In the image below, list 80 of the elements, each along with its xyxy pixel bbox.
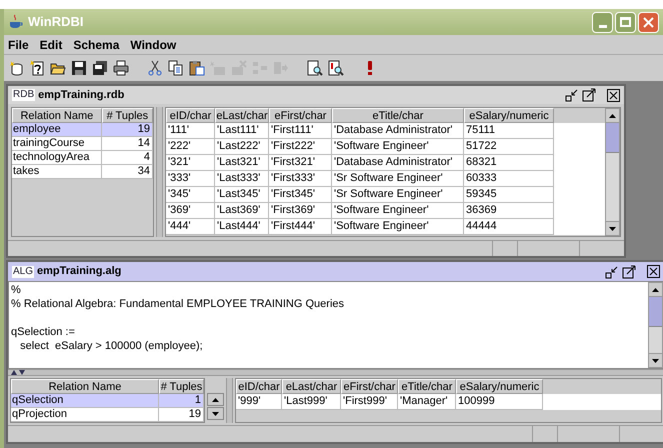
column-header[interactable]: eFirst/char bbox=[269, 108, 332, 124]
scrollbar[interactable] bbox=[648, 282, 663, 368]
copy-icon[interactable] bbox=[168, 60, 184, 76]
relation-row[interactable]: technologyArea 4 bbox=[12, 151, 153, 166]
scissors-icon[interactable] bbox=[147, 60, 163, 76]
table-cell: 'First444' bbox=[269, 219, 332, 236]
frame-title: empTraining.rdb bbox=[38, 88, 124, 103]
scrollbar[interactable] bbox=[605, 108, 620, 236]
close-icon bbox=[643, 16, 654, 28]
relation-row[interactable]: qSelection 1 bbox=[11, 394, 204, 408]
frame-title: empTraining.alg bbox=[37, 264, 122, 280]
table-cell: 'Manager' bbox=[398, 394, 456, 410]
table-cell: 100999 bbox=[456, 394, 543, 410]
column-header[interactable]: eFirst/char bbox=[341, 379, 398, 394]
minimize-icon[interactable] bbox=[605, 264, 619, 279]
code-line: % bbox=[11, 283, 22, 298]
relation-row[interactable]: qProjection 19 bbox=[11, 408, 204, 422]
menu-item[interactable]: File bbox=[8, 36, 29, 54]
column-header[interactable]: Relation Name bbox=[12, 108, 102, 124]
menu-item[interactable]: Schema bbox=[73, 36, 120, 54]
menu-item[interactable]: Window bbox=[130, 36, 176, 54]
table-cell: qProjection bbox=[11, 408, 159, 422]
new-document-icon[interactable] bbox=[29, 60, 45, 76]
scrollbar-thumb[interactable] bbox=[606, 123, 619, 154]
table-cell: 19 bbox=[159, 408, 204, 422]
close-icon[interactable] bbox=[607, 88, 620, 102]
scroll-down-button[interactable] bbox=[207, 407, 224, 420]
code-line: select eSalary > 100000 (employee); bbox=[19, 339, 204, 354]
column-header[interactable]: eLast/char bbox=[215, 108, 269, 124]
window-title: WinRDBI bbox=[28, 13, 84, 32]
up-arrow-icon bbox=[212, 398, 219, 402]
column-header[interactable]: eTitle/char bbox=[332, 108, 464, 124]
table-cell: 'Last444' bbox=[215, 219, 269, 236]
maximize-icon[interactable] bbox=[582, 88, 596, 102]
up-arrow-icon[interactable] bbox=[652, 288, 659, 292]
column-header[interactable]: eID/char bbox=[236, 379, 282, 394]
coffee-cup-icon bbox=[8, 14, 24, 30]
code-line: qSelection := bbox=[11, 325, 76, 340]
relation-row[interactable]: trainingCourse 14 bbox=[12, 137, 153, 152]
table-cell: '999' bbox=[236, 394, 282, 410]
table-cell: takes bbox=[12, 165, 102, 180]
table-cell: 'Last999' bbox=[282, 394, 341, 410]
clipboard-icon[interactable] bbox=[189, 60, 205, 76]
maximize-button[interactable] bbox=[615, 12, 636, 32]
column-header[interactable]: eSalary/numeric bbox=[464, 108, 554, 124]
column-header[interactable]: # Tuples bbox=[159, 379, 204, 394]
column-header[interactable]: eSalary/numeric bbox=[456, 379, 543, 394]
collapse-arrows-icon[interactable] bbox=[11, 370, 25, 376]
scroll-up-button[interactable] bbox=[207, 393, 224, 406]
scrollbar-thumb[interactable] bbox=[649, 297, 662, 328]
magnifier-page-icon[interactable] bbox=[328, 60, 344, 76]
frame-badge: ALG bbox=[12, 266, 34, 278]
printer-icon[interactable] bbox=[113, 60, 129, 76]
close-button[interactable] bbox=[638, 12, 659, 32]
relation-row[interactable]: employee 19 bbox=[12, 123, 153, 138]
up-arrow-icon[interactable] bbox=[609, 114, 616, 118]
table-cell: '444' bbox=[166, 219, 215, 236]
column-header[interactable]: Relation Name bbox=[11, 379, 159, 394]
maximize-icon[interactable] bbox=[622, 264, 636, 279]
code-line: % Relational Algebra: Fundamental EMPLOYEE TRAINING Queries bbox=[11, 297, 346, 312]
minimize-icon[interactable] bbox=[565, 88, 579, 102]
down-arrow-icon bbox=[212, 412, 219, 416]
column-header[interactable]: # Tuples bbox=[102, 108, 153, 124]
down-arrow-icon[interactable] bbox=[609, 226, 616, 231]
menu-item[interactable]: Edit bbox=[40, 36, 62, 54]
column-header[interactable]: eLast/char bbox=[282, 379, 341, 394]
table-cell: 44444 bbox=[464, 219, 554, 236]
column-header[interactable]: eTitle/char bbox=[398, 379, 456, 394]
close-icon[interactable] bbox=[647, 265, 660, 278]
magnifier-page-icon[interactable] bbox=[307, 60, 323, 76]
new-database-icon[interactable] bbox=[8, 60, 24, 76]
table-cell: 'First999' bbox=[341, 394, 398, 410]
down-arrow-icon[interactable] bbox=[652, 358, 659, 363]
relation-row[interactable]: takes 34 bbox=[12, 165, 153, 180]
table-cell: 34 bbox=[102, 165, 153, 180]
floppy-disks-icon[interactable] bbox=[92, 60, 108, 76]
minimize-button[interactable] bbox=[592, 12, 613, 32]
frame-badge: RDB bbox=[12, 89, 36, 102]
table-cell: 'Software Engineer' bbox=[332, 219, 464, 236]
column-header[interactable]: eID/char bbox=[166, 108, 215, 124]
